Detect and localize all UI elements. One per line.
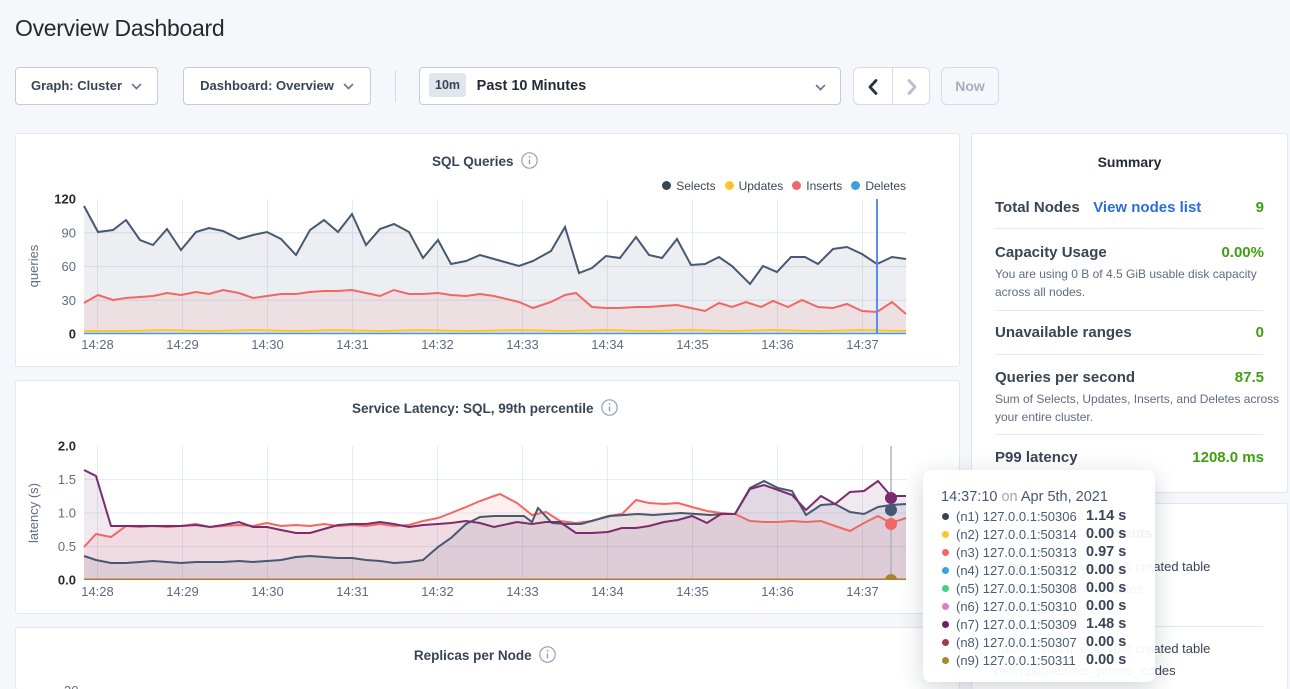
svg-text:latency (s): latency (s) xyxy=(26,483,41,543)
svg-text:14:36: 14:36 xyxy=(761,584,794,599)
svg-text:14:32: 14:32 xyxy=(421,584,454,599)
svg-text:1.5: 1.5 xyxy=(58,472,76,487)
svg-text:14:28: 14:28 xyxy=(81,584,114,599)
svg-text:14:34: 14:34 xyxy=(591,584,624,599)
svg-text:14:31: 14:31 xyxy=(336,584,369,599)
svg-text:14:33: 14:33 xyxy=(506,584,539,599)
svg-text:1.0: 1.0 xyxy=(58,506,76,521)
svg-text:14:37: 14:37 xyxy=(846,584,879,599)
svg-text:0.0: 0.0 xyxy=(58,573,76,588)
svg-text:14:29: 14:29 xyxy=(166,584,199,599)
svg-text:14:35: 14:35 xyxy=(676,584,709,599)
svg-text:14:30: 14:30 xyxy=(251,584,284,599)
svg-text:2.0: 2.0 xyxy=(58,439,76,454)
svg-text:0.5: 0.5 xyxy=(58,539,76,554)
